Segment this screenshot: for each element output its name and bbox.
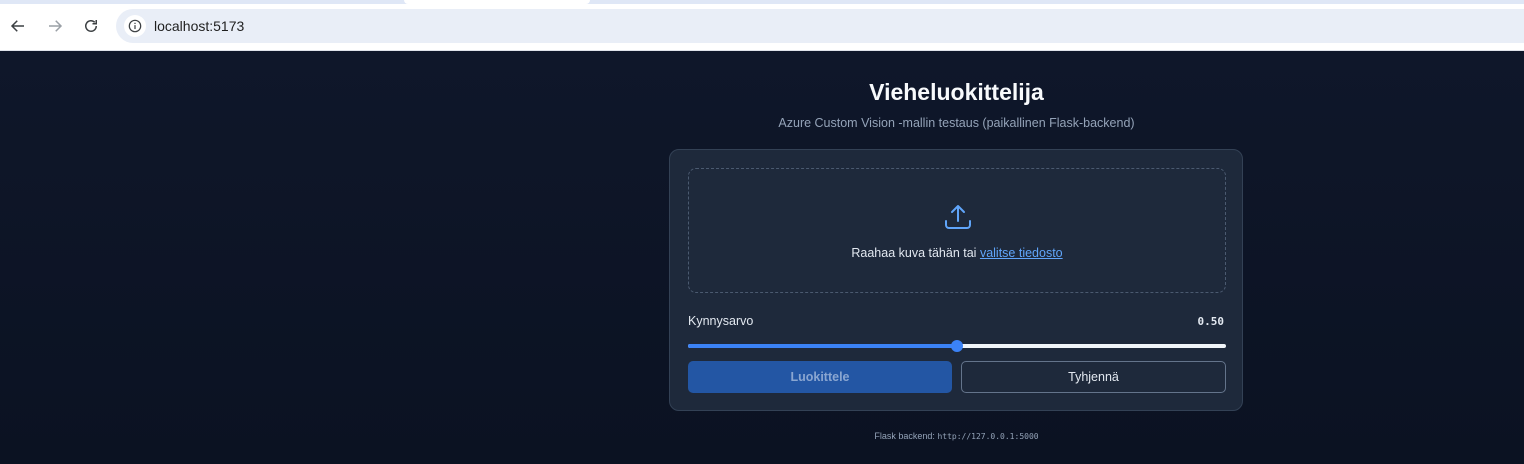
back-button[interactable] [4, 12, 32, 40]
image-dropzone[interactable]: Raahaa kuva tähän tai valitse tiedosto [688, 168, 1226, 293]
page-title: Vieheluokittelija [869, 79, 1044, 105]
slider-fill [688, 344, 957, 348]
forward-button[interactable] [41, 12, 69, 40]
address-bar[interactable]: localhost:5173 [116, 9, 1524, 43]
tab-strip [0, 0, 1524, 4]
classify-button[interactable]: Luokittele [688, 361, 952, 393]
reload-button[interactable] [77, 12, 105, 40]
browser-chrome: localhost:5173 [0, 0, 1524, 51]
upload-icon [945, 205, 971, 229]
classifier-card: Raahaa kuva tähän tai valitse tiedosto K… [669, 149, 1243, 411]
backend-url: http://127.0.0.1:5000 [937, 432, 1039, 441]
backend-footer: Flask backend: http://127.0.0.1:5000 [0, 431, 1524, 441]
page-subtitle: Azure Custom Vision -mallin testaus (pai… [778, 116, 1135, 130]
reload-icon [85, 20, 97, 32]
arrow-right-icon [49, 20, 63, 32]
info-icon[interactable] [124, 15, 146, 37]
threshold-value: 0.50 [1197, 315, 1225, 328]
app-page: Vieheluokittelija Azure Custom Vision -m… [0, 51, 1524, 464]
threshold-label: Kynnysarvo [688, 314, 754, 328]
footer-label: Flask backend: [874, 431, 935, 441]
dropzone-instruction: Raahaa kuva tähän tai [851, 246, 977, 260]
clear-button[interactable]: Tyhjennä [961, 361, 1226, 393]
choose-file-link[interactable]: valitse tiedosto [980, 246, 1063, 260]
url-text[interactable]: localhost:5173 [154, 18, 244, 34]
dropzone-text: Raahaa kuva tähän tai valitse tiedosto [689, 246, 1225, 260]
threshold-slider[interactable] [688, 340, 1226, 352]
slider-thumb[interactable] [951, 340, 963, 352]
arrow-left-icon [10, 20, 24, 32]
